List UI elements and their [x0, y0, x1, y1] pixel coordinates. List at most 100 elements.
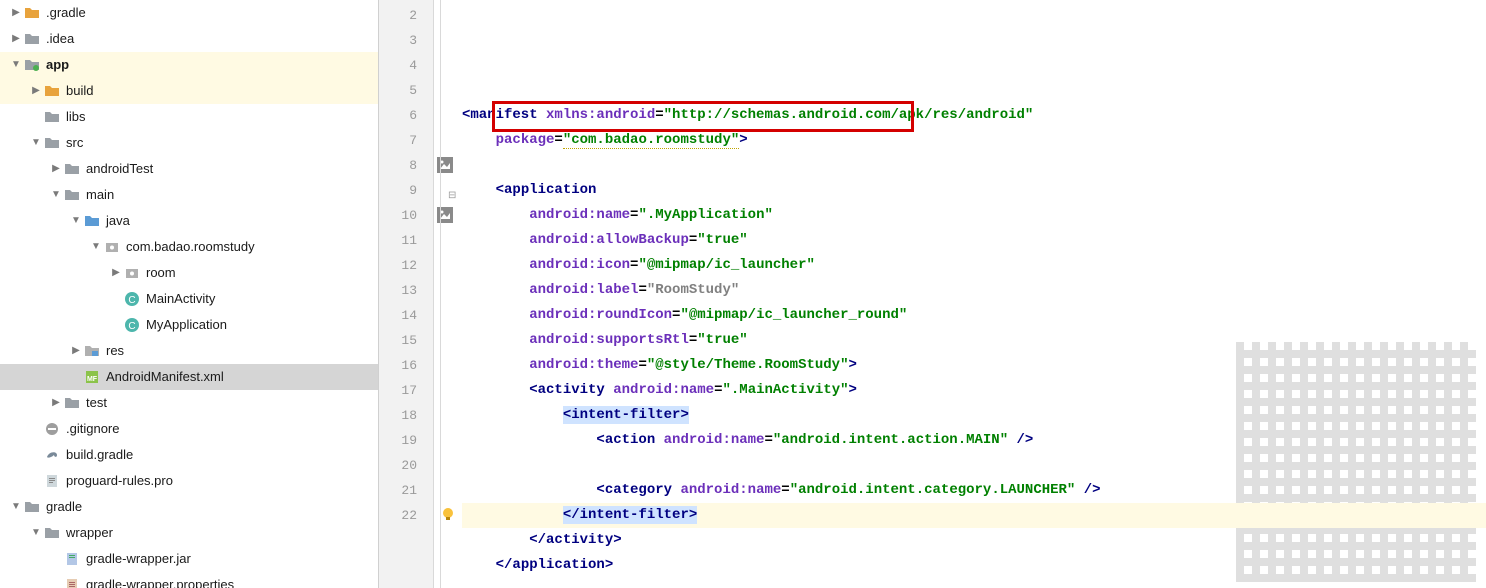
tree-node-myapplication[interactable]: ▶CMyApplication [0, 312, 378, 338]
tree-node-gradle[interactable]: ▼ gradle [0, 494, 378, 520]
tree-node-res[interactable]: ▶res [0, 338, 378, 364]
code-line[interactable]: android:supportsRtl="true" [462, 328, 1486, 353]
folder-gray-icon [24, 31, 40, 47]
tree-node-mainactivity[interactable]: ▶CMainActivity [0, 286, 378, 312]
intention-bulb-icon[interactable] [440, 506, 456, 522]
code-line[interactable]: </activity> [462, 528, 1486, 553]
editor-gutter: 2345678910111213141516171819202122 [379, 0, 434, 588]
tree-node-gradle-wrapper-properties[interactable]: ▶gradle-wrapper.properties [0, 572, 378, 588]
tree-node-wrapper[interactable]: ▼ wrapper [0, 520, 378, 546]
svg-text:C: C [128, 295, 135, 306]
code-line[interactable]: <application⊟ [462, 178, 1486, 203]
folder-gray-icon [44, 135, 60, 151]
gutter-line-number: 5 [379, 78, 433, 103]
tree-node-build[interactable]: ▶ build [0, 78, 378, 104]
chevron-down-icon[interactable]: ▼ [70, 208, 82, 234]
gutter-line-number: 18 [379, 403, 433, 428]
folder-gray-icon [24, 499, 40, 515]
tree-node-label: .idea [46, 26, 74, 52]
chevron-down-icon[interactable]: ▼ [30, 130, 42, 156]
code-line[interactable]: <category android:name="android.intent.c… [462, 478, 1486, 503]
code-line[interactable]: android:icon="@mipmap/ic_launcher" [462, 253, 1486, 278]
chevron-right-icon[interactable]: ▶ [50, 390, 62, 416]
gutter-line-number: 17 [379, 378, 433, 403]
tree-node-src[interactable]: ▼ src [0, 130, 378, 156]
tree-node-label: test [86, 390, 107, 416]
tree-node-label: build [66, 78, 93, 104]
tree-node-gradle-wrapper-jar[interactable]: ▶gradle-wrapper.jar [0, 546, 378, 572]
code-line[interactable]: android:label="RoomStudy" [462, 278, 1486, 303]
chevron-right-icon[interactable]: ▶ [50, 156, 62, 182]
chevron-right-icon[interactable]: ▶ [10, 0, 22, 26]
tree-node-label: com.badao.roomstudy [126, 234, 255, 260]
tree-node-test[interactable]: ▶ test [0, 390, 378, 416]
manifest-icon: MF [84, 369, 100, 385]
tree-node-label: app [46, 52, 69, 78]
tree-node-label: proguard-rules.pro [66, 468, 173, 494]
chevron-down-icon[interactable]: ▼ [10, 52, 22, 78]
gutter-line-number: 6 [379, 103, 433, 128]
folder-res-icon [84, 343, 100, 359]
code-line[interactable]: <activity android:name=".MainActivity"> [462, 378, 1486, 403]
code-line[interactable]: </intent-filter> [462, 503, 1486, 528]
tree-node-proguard-rules-pro[interactable]: ▶proguard-rules.pro [0, 468, 378, 494]
tree-node-label: androidTest [86, 156, 153, 182]
tree-node-com-badao-roomstudy[interactable]: ▼ com.badao.roomstudy [0, 234, 378, 260]
code-line[interactable]: <action android:name="android.intent.act… [462, 428, 1486, 453]
class-icon: C [124, 317, 140, 333]
code-line[interactable] [462, 153, 1486, 178]
folder-blue-icon [84, 213, 100, 229]
gutter-line-number: 13 [379, 278, 433, 303]
code-line[interactable]: android:name=".MyApplication" [462, 203, 1486, 228]
chevron-right-icon[interactable]: ▶ [70, 338, 82, 364]
tree-node-label: java [106, 208, 130, 234]
code-editor[interactable]: <manifest xmlns:android="http://schemas.… [434, 0, 1486, 588]
tree-node-label: gradle [46, 494, 82, 520]
tree-node-main[interactable]: ▼main [0, 182, 378, 208]
tree-node-androidmanifest-xml[interactable]: ▶MFAndroidManifest.xml [0, 364, 378, 390]
tree-node-label: wrapper [66, 520, 113, 546]
chevron-right-icon[interactable]: ▶ [10, 26, 22, 52]
gutter-line-number: 11 [379, 228, 433, 253]
tree-node-label: gradle-wrapper.jar [86, 546, 191, 572]
tree-node-libs[interactable]: ▶libs [0, 104, 378, 130]
gutter-line-number: 22 [379, 503, 433, 528]
tree-node-room[interactable]: ▶room [0, 260, 378, 286]
project-tree[interactable]: ▶.gradle▶.idea▼app▶build▶libs▼src▶androi… [0, 0, 379, 588]
svg-text:C: C [128, 321, 135, 332]
code-line[interactable]: android:theme="@style/Theme.RoomStudy"> [462, 353, 1486, 378]
fold-toggle-icon[interactable]: ⊟ [448, 184, 458, 194]
folder-gray-icon [64, 395, 80, 411]
tree-node--idea[interactable]: ▶ .idea [0, 26, 378, 52]
code-line[interactable]: package="com.badao.roomstudy"> [462, 128, 1486, 153]
tree-node-label: .gradle [46, 0, 86, 26]
folder-gray-icon [64, 161, 80, 177]
code-line[interactable]: android:roundIcon="@mipmap/ic_launcher_r… [462, 303, 1486, 328]
code-line[interactable]: android:allowBackup="true" [462, 228, 1486, 253]
code-line[interactable] [462, 578, 1486, 588]
chevron-down-icon[interactable]: ▼ [30, 520, 42, 546]
code-line[interactable]: <intent-filter> [462, 403, 1486, 428]
chevron-right-icon[interactable]: ▶ [110, 260, 122, 286]
tree-node-label: MyApplication [146, 312, 227, 338]
tree-node-label: src [66, 130, 83, 156]
gradle-icon [44, 447, 60, 463]
chevron-down-icon[interactable]: ▼ [10, 494, 22, 520]
chevron-down-icon[interactable]: ▼ [90, 234, 102, 260]
jar-icon [64, 551, 80, 567]
code-line[interactable]: <manifest xmlns:android="http://schemas.… [462, 103, 1486, 128]
chevron-down-icon[interactable]: ▼ [50, 182, 62, 208]
tree-node--gradle[interactable]: ▶ .gradle [0, 0, 378, 26]
code-line[interactable]: </application> [462, 553, 1486, 578]
props-icon [64, 577, 80, 588]
tree-node-build-gradle[interactable]: ▶build.gradle [0, 442, 378, 468]
tree-node-label: gradle-wrapper.properties [86, 572, 234, 588]
gutter-line-number: 2 [379, 3, 433, 28]
tree-node-androidtest[interactable]: ▶ androidTest [0, 156, 378, 182]
tree-node-app[interactable]: ▼ app [0, 52, 378, 78]
tree-node--gitignore[interactable]: ▶.gitignore [0, 416, 378, 442]
code-line[interactable] [462, 453, 1486, 478]
tree-node-java[interactable]: ▼ java [0, 208, 378, 234]
svg-text:MF: MF [87, 376, 98, 383]
chevron-right-icon[interactable]: ▶ [30, 78, 42, 104]
